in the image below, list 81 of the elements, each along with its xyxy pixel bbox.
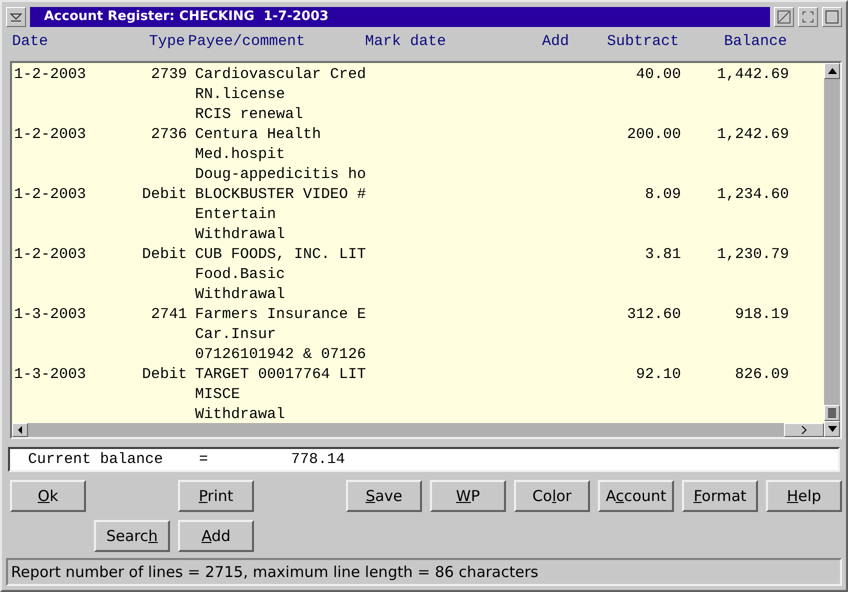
register-cell-text: 2741	[150, 304, 187, 325]
column-header: Payee/comment	[188, 32, 306, 52]
register-cell-text: 1-3-2003	[14, 304, 88, 325]
register-cell-text: 2736	[150, 124, 187, 145]
register-cell-text: 918.19	[734, 304, 789, 325]
register-cell-text: 1,230.79	[716, 244, 789, 265]
register-cell-text: Entertain	[195, 204, 278, 225]
register-cell-text: RCIS renewal	[195, 104, 304, 125]
register-cell-text: Med.hospit	[195, 144, 286, 165]
left-arrow-icon	[17, 426, 23, 434]
column-header: Add	[540, 32, 569, 52]
register-cell-text: 1,234.60	[716, 184, 789, 205]
column-header: Date	[12, 32, 50, 52]
current-balance-value: 778.14	[291, 451, 346, 468]
register-cell-text: Debit	[140, 364, 187, 385]
scroll-up-button[interactable]	[824, 62, 840, 79]
register-cell-text: RN.license	[195, 84, 286, 105]
register-cell-text: 3.81	[644, 244, 681, 265]
minimize-icon	[777, 10, 791, 24]
register-cell-text: 40.00	[634, 64, 681, 85]
register-cell: Cardiovascular Cred	[195, 64, 367, 85]
dialog-button[interactable]: Color	[514, 480, 590, 512]
dialog-button[interactable]: Save	[346, 480, 422, 512]
scroll-down-button[interactable]	[824, 420, 840, 437]
current-balance-label: Current balance	[28, 451, 164, 468]
restore-button[interactable]	[798, 6, 818, 27]
dialog-button[interactable]: Ok	[10, 480, 86, 512]
dialog-button[interactable]: WP	[430, 480, 506, 512]
maximize-icon	[825, 10, 839, 24]
dialog-button[interactable]: Format	[682, 480, 758, 512]
register-cell-text: 312.60	[626, 304, 681, 325]
dialog-button[interactable]: Print	[178, 480, 254, 512]
minimize-button[interactable]	[774, 6, 794, 27]
scroll-right-button[interactable]	[784, 422, 824, 437]
dialog-button[interactable]: Account	[598, 480, 674, 512]
register-cell-text: 1-2-2003	[14, 64, 88, 85]
register-cell-text: 1-3-2003	[14, 364, 88, 385]
register-cell-text: 1,442.69	[716, 64, 789, 85]
register-cell-text: 8.09	[644, 184, 681, 205]
window-title: Account Register: CHECKING 1-7-2003	[30, 6, 770, 27]
register-cell-text: 1-2-2003	[14, 244, 88, 265]
scroll-thumb[interactable]	[824, 404, 840, 421]
column-header: Mark date	[365, 32, 448, 52]
register-cell-text: 1-2-2003	[14, 184, 88, 205]
status-bar: Report number of lines = 2715, maximum line length = 86 characters	[6, 558, 842, 586]
register-cell-text: 1-2-2003	[14, 124, 88, 145]
dialog-button[interactable]: Help	[766, 480, 842, 512]
grip-icon	[828, 408, 836, 418]
register-cell: Farmers Insurance E	[195, 304, 367, 325]
register-cell: CUB FOODS, INC. LIT	[195, 244, 367, 265]
register-cell: TARGET 00017764 LIT	[195, 364, 367, 385]
column-header: Subtract	[606, 32, 679, 52]
column-header: Type	[148, 32, 185, 52]
register-cell-text: Debit	[140, 244, 187, 265]
register-cell: BLOCKBUSTER VIDEO #	[195, 184, 367, 205]
register-cell-text: Withdrawal	[195, 224, 286, 245]
dialog-button[interactable]: Search	[94, 520, 170, 552]
up-arrow-icon	[828, 68, 836, 74]
dialog-button[interactable]: Add	[178, 520, 254, 552]
maximize-button[interactable]	[822, 6, 842, 27]
menu-arrow-icon	[10, 12, 22, 22]
equals-sign: =	[199, 451, 208, 468]
column-header: Balance	[722, 32, 787, 52]
register-cell-text: 200.00	[626, 124, 681, 145]
register-cell-text: Withdrawal	[195, 284, 286, 305]
register-cell-text: Food.Basic	[195, 264, 286, 285]
register-cell-text: MISCE	[195, 384, 242, 405]
register-cell-text: 1,242.69	[716, 124, 789, 145]
register-cell-text: 826.09	[734, 364, 789, 385]
down-arrow-icon	[828, 426, 836, 432]
register-cell-text: Centura Health	[195, 124, 322, 145]
register-cell: Doug-appedicitis ho	[195, 164, 367, 185]
register-cell-text: 2739	[150, 64, 187, 85]
register-cell-text: Car.Insur	[195, 324, 278, 345]
restore-icon	[802, 10, 814, 23]
scroll-left-button[interactable]	[12, 422, 28, 437]
register-cell-text: 92.10	[634, 364, 681, 385]
register-cell-text: Debit	[140, 184, 187, 205]
register-cell-text: Withdrawal	[195, 404, 286, 423]
register-cell: 07126101942 & 07126	[195, 344, 367, 365]
window-menu-button[interactable]	[6, 6, 26, 27]
